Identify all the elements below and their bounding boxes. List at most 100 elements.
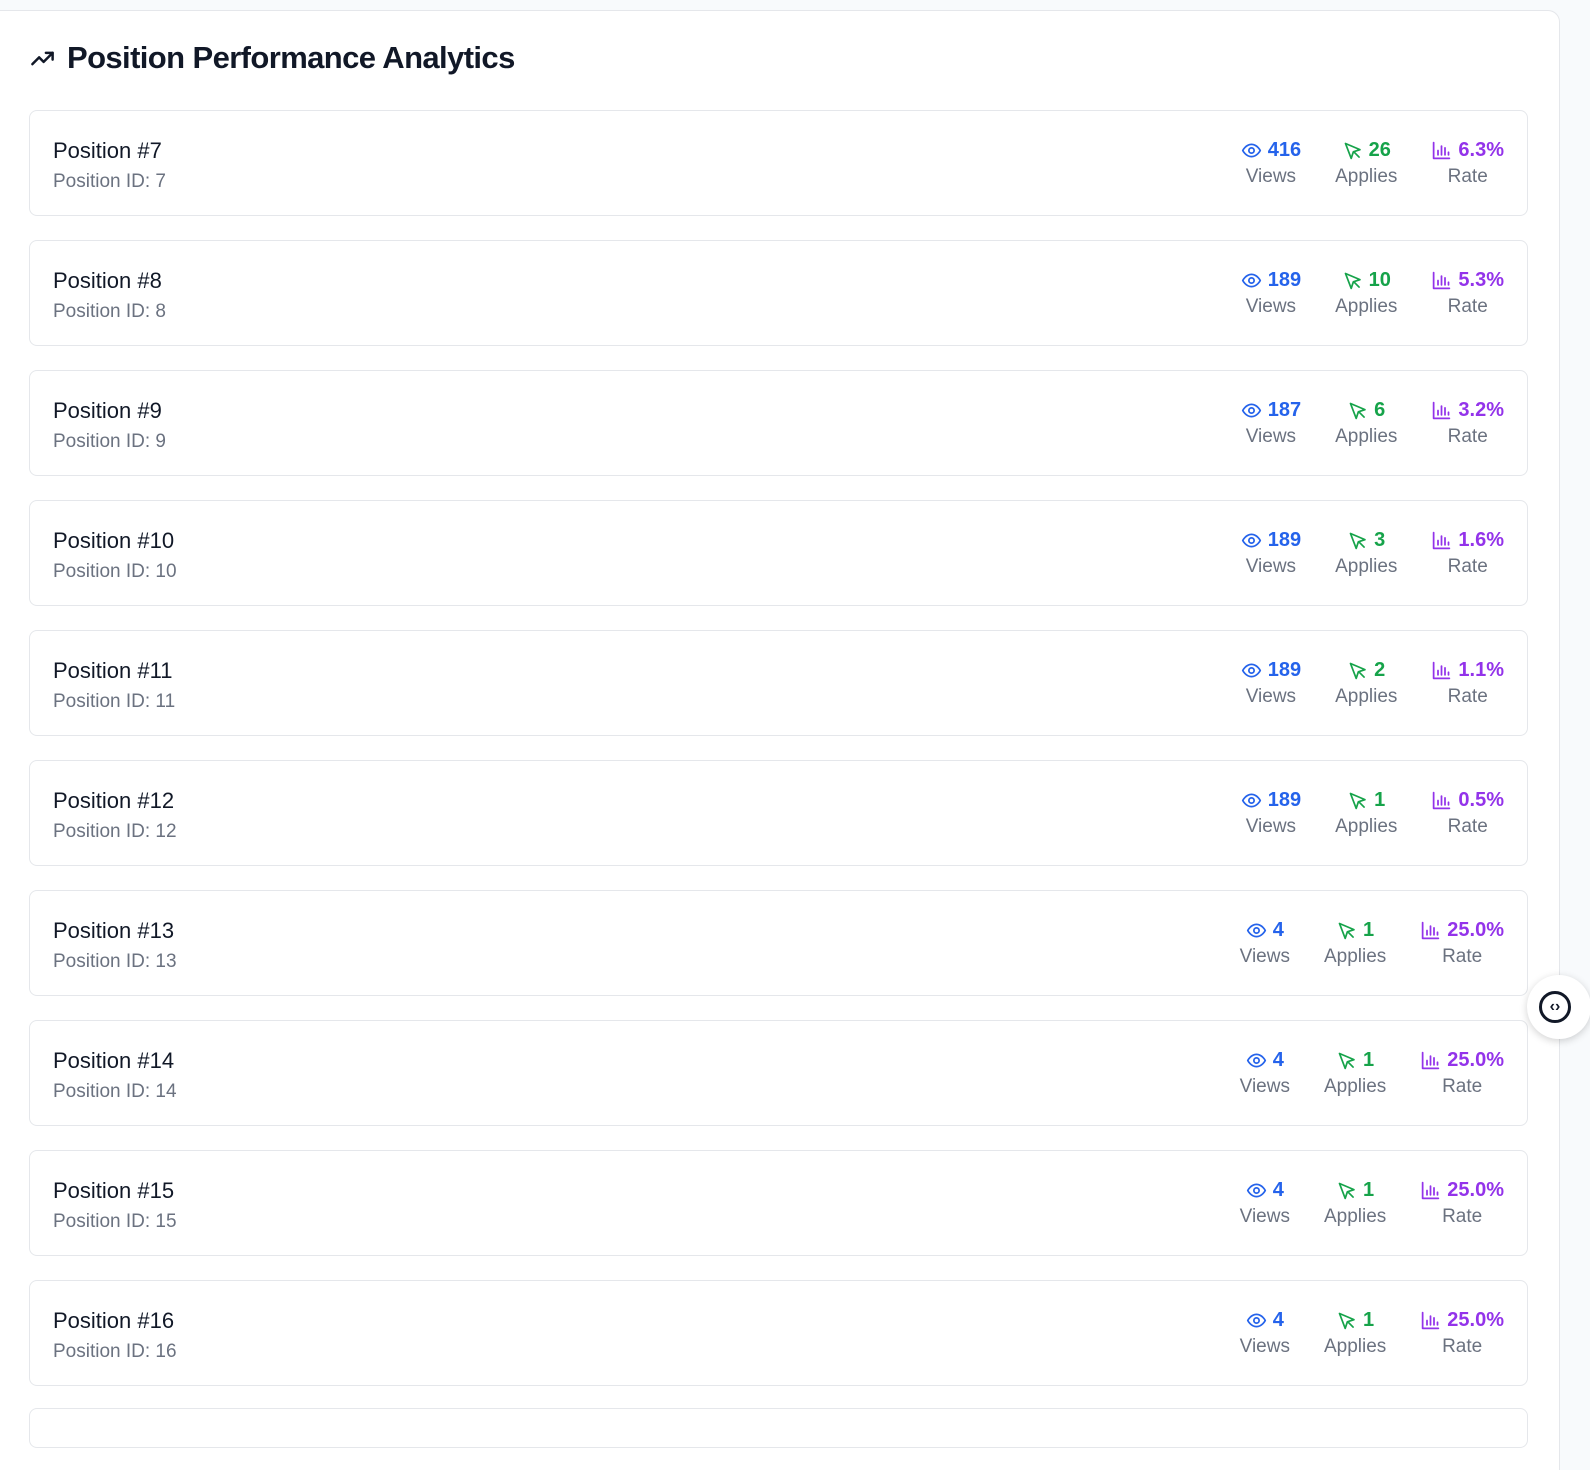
bar-chart-icon xyxy=(1420,920,1441,941)
bar-chart-icon xyxy=(1420,1050,1441,1071)
position-id: Position ID: 15 xyxy=(53,1211,177,1232)
applies-label: Applies xyxy=(1323,1076,1387,1097)
views-value: 4 xyxy=(1272,1048,1284,1071)
position-stats: 4 Views 1 Applies 25.0% Rate xyxy=(1240,1307,1504,1358)
code-brackets-icon: ‹› xyxy=(1539,991,1571,1023)
rate-stat: 3.2% Rate xyxy=(1431,397,1504,448)
eye-icon xyxy=(1246,920,1267,941)
eye-icon xyxy=(1241,790,1262,811)
views-label: Views xyxy=(1239,946,1290,967)
bar-chart-icon xyxy=(1420,1180,1441,1201)
rate-value: 3.2% xyxy=(1458,398,1504,421)
eye-icon xyxy=(1241,530,1262,551)
bar-chart-icon xyxy=(1431,400,1452,421)
eye-icon xyxy=(1246,1180,1267,1201)
views-label: Views xyxy=(1245,426,1297,447)
position-id: Position ID: 11 xyxy=(53,691,176,712)
position-stats: 189 Views 3 Applies 1.6% Rate xyxy=(1241,527,1504,578)
applies-label: Applies xyxy=(1323,1206,1387,1227)
position-row[interactable]: Position #15 Position ID: 15 4 Views 1 Applie… xyxy=(29,1150,1528,1256)
position-name: Position #12 xyxy=(53,788,175,813)
applies-stat: 1 Applies xyxy=(1324,917,1386,968)
position-row[interactable]: Position #8 Position ID: 8 189 Views 10 Appli… xyxy=(29,240,1528,346)
applies-value: 10 xyxy=(1368,268,1391,291)
views-stat: 4 Views xyxy=(1240,1177,1290,1228)
eye-icon xyxy=(1246,1050,1267,1071)
rate-value: 25.0% xyxy=(1447,918,1504,941)
bar-chart-icon xyxy=(1420,1310,1441,1331)
position-id: Position ID: 10 xyxy=(53,561,177,582)
cursor-click-icon xyxy=(1336,1310,1357,1331)
position-stats: 4 Views 1 Applies 25.0% Rate xyxy=(1240,1177,1504,1228)
position-name: Position #13 xyxy=(53,918,175,943)
applies-label: Applies xyxy=(1323,946,1387,967)
position-row[interactable]: Position #12 Position ID: 12 189 Views 1 Appl… xyxy=(29,760,1528,866)
rate-label: Rate xyxy=(1447,816,1488,837)
position-name: Position #16 xyxy=(53,1308,175,1333)
applies-label: Applies xyxy=(1335,686,1398,707)
views-label: Views xyxy=(1245,816,1297,837)
cursor-click-icon xyxy=(1336,1050,1357,1071)
views-label: Views xyxy=(1239,1206,1290,1227)
position-row[interactable]: Position #16 Position ID: 16 4 Views 1 Applie… xyxy=(29,1280,1528,1386)
views-label: Views xyxy=(1245,556,1297,577)
eye-icon xyxy=(1246,1310,1267,1331)
rate-stat: 25.0% Rate xyxy=(1420,1177,1504,1228)
applies-stat: 1 Applies xyxy=(1335,787,1397,838)
applies-stat: 3 Applies xyxy=(1335,527,1397,578)
position-row[interactable]: Position #9 Position ID: 9 187 Views 6 Applie… xyxy=(29,370,1528,476)
position-row-partial[interactable] xyxy=(29,1408,1528,1448)
applies-stat: 1 Applies xyxy=(1324,1047,1386,1098)
floating-dev-button[interactable]: ‹› xyxy=(1527,975,1590,1039)
applies-stat: 2 Applies xyxy=(1335,657,1397,708)
position-list: Position #7 Position ID: 7 416 Views 26 Appli… xyxy=(29,110,1528,1410)
cursor-click-icon xyxy=(1336,920,1357,941)
position-stats: 4 Views 1 Applies 25.0% Rate xyxy=(1240,917,1504,968)
bar-chart-icon xyxy=(1431,270,1452,291)
rate-label: Rate xyxy=(1442,1206,1483,1227)
position-row[interactable]: Position #14 Position ID: 14 4 Views 1 Applie… xyxy=(29,1020,1528,1126)
views-stat: 189 Views xyxy=(1241,787,1301,838)
cursor-click-icon xyxy=(1342,270,1363,291)
applies-value: 1 xyxy=(1363,1308,1375,1331)
position-stats: 416 Views 26 Applies 6.3% Rate xyxy=(1241,137,1504,188)
rate-label: Rate xyxy=(1442,946,1483,967)
position-row[interactable]: Position #10 Position ID: 10 189 Views 3 Appl… xyxy=(29,500,1528,606)
rate-value: 25.0% xyxy=(1447,1048,1504,1071)
position-stats: 189 Views 2 Applies 1.1% Rate xyxy=(1241,657,1504,708)
rate-stat: 5.3% Rate xyxy=(1431,267,1504,318)
views-stat: 187 Views xyxy=(1241,397,1301,448)
rate-stat: 25.0% Rate xyxy=(1420,1307,1504,1358)
position-id: Position ID: 16 xyxy=(53,1341,177,1362)
position-name: Position #14 xyxy=(53,1048,175,1073)
rate-stat: 6.3% Rate xyxy=(1431,137,1504,188)
rate-value: 25.0% xyxy=(1447,1178,1504,1201)
views-label: Views xyxy=(1239,1336,1290,1357)
views-label: Views xyxy=(1239,1076,1290,1097)
cursor-click-icon xyxy=(1347,530,1368,551)
applies-value: 6 xyxy=(1374,398,1386,421)
applies-value: 1 xyxy=(1374,788,1386,811)
position-row[interactable]: Position #13 Position ID: 13 4 Views 1 Applie… xyxy=(29,890,1528,996)
views-value: 189 xyxy=(1267,658,1302,681)
position-stats: 189 Views 10 Applies 5.3% Rate xyxy=(1241,267,1504,318)
cursor-click-icon xyxy=(1336,1180,1357,1201)
applies-stat: 6 Applies xyxy=(1335,397,1397,448)
bar-chart-icon xyxy=(1431,530,1452,551)
views-stat: 189 Views xyxy=(1241,657,1301,708)
views-stat: 4 Views xyxy=(1240,1307,1290,1358)
applies-stat: 26 Applies xyxy=(1335,137,1397,188)
views-value: 4 xyxy=(1272,1308,1284,1331)
position-row[interactable]: Position #7 Position ID: 7 416 Views 26 Appli… xyxy=(29,110,1528,216)
rate-label: Rate xyxy=(1442,1336,1483,1357)
position-stats: 187 Views 6 Applies 3.2% Rate xyxy=(1241,397,1504,448)
position-row[interactable]: Position #11 Position ID: 11 189 Views 2 Appl… xyxy=(29,630,1528,736)
position-id: Position ID: 13 xyxy=(53,951,177,972)
rate-label: Rate xyxy=(1447,166,1488,187)
cursor-click-icon xyxy=(1347,660,1368,681)
applies-value: 2 xyxy=(1374,658,1386,681)
position-name: Position #10 xyxy=(53,528,175,553)
applies-stat: 1 Applies xyxy=(1324,1307,1386,1358)
views-value: 187 xyxy=(1267,398,1302,421)
rate-stat: 25.0% Rate xyxy=(1420,1047,1504,1098)
